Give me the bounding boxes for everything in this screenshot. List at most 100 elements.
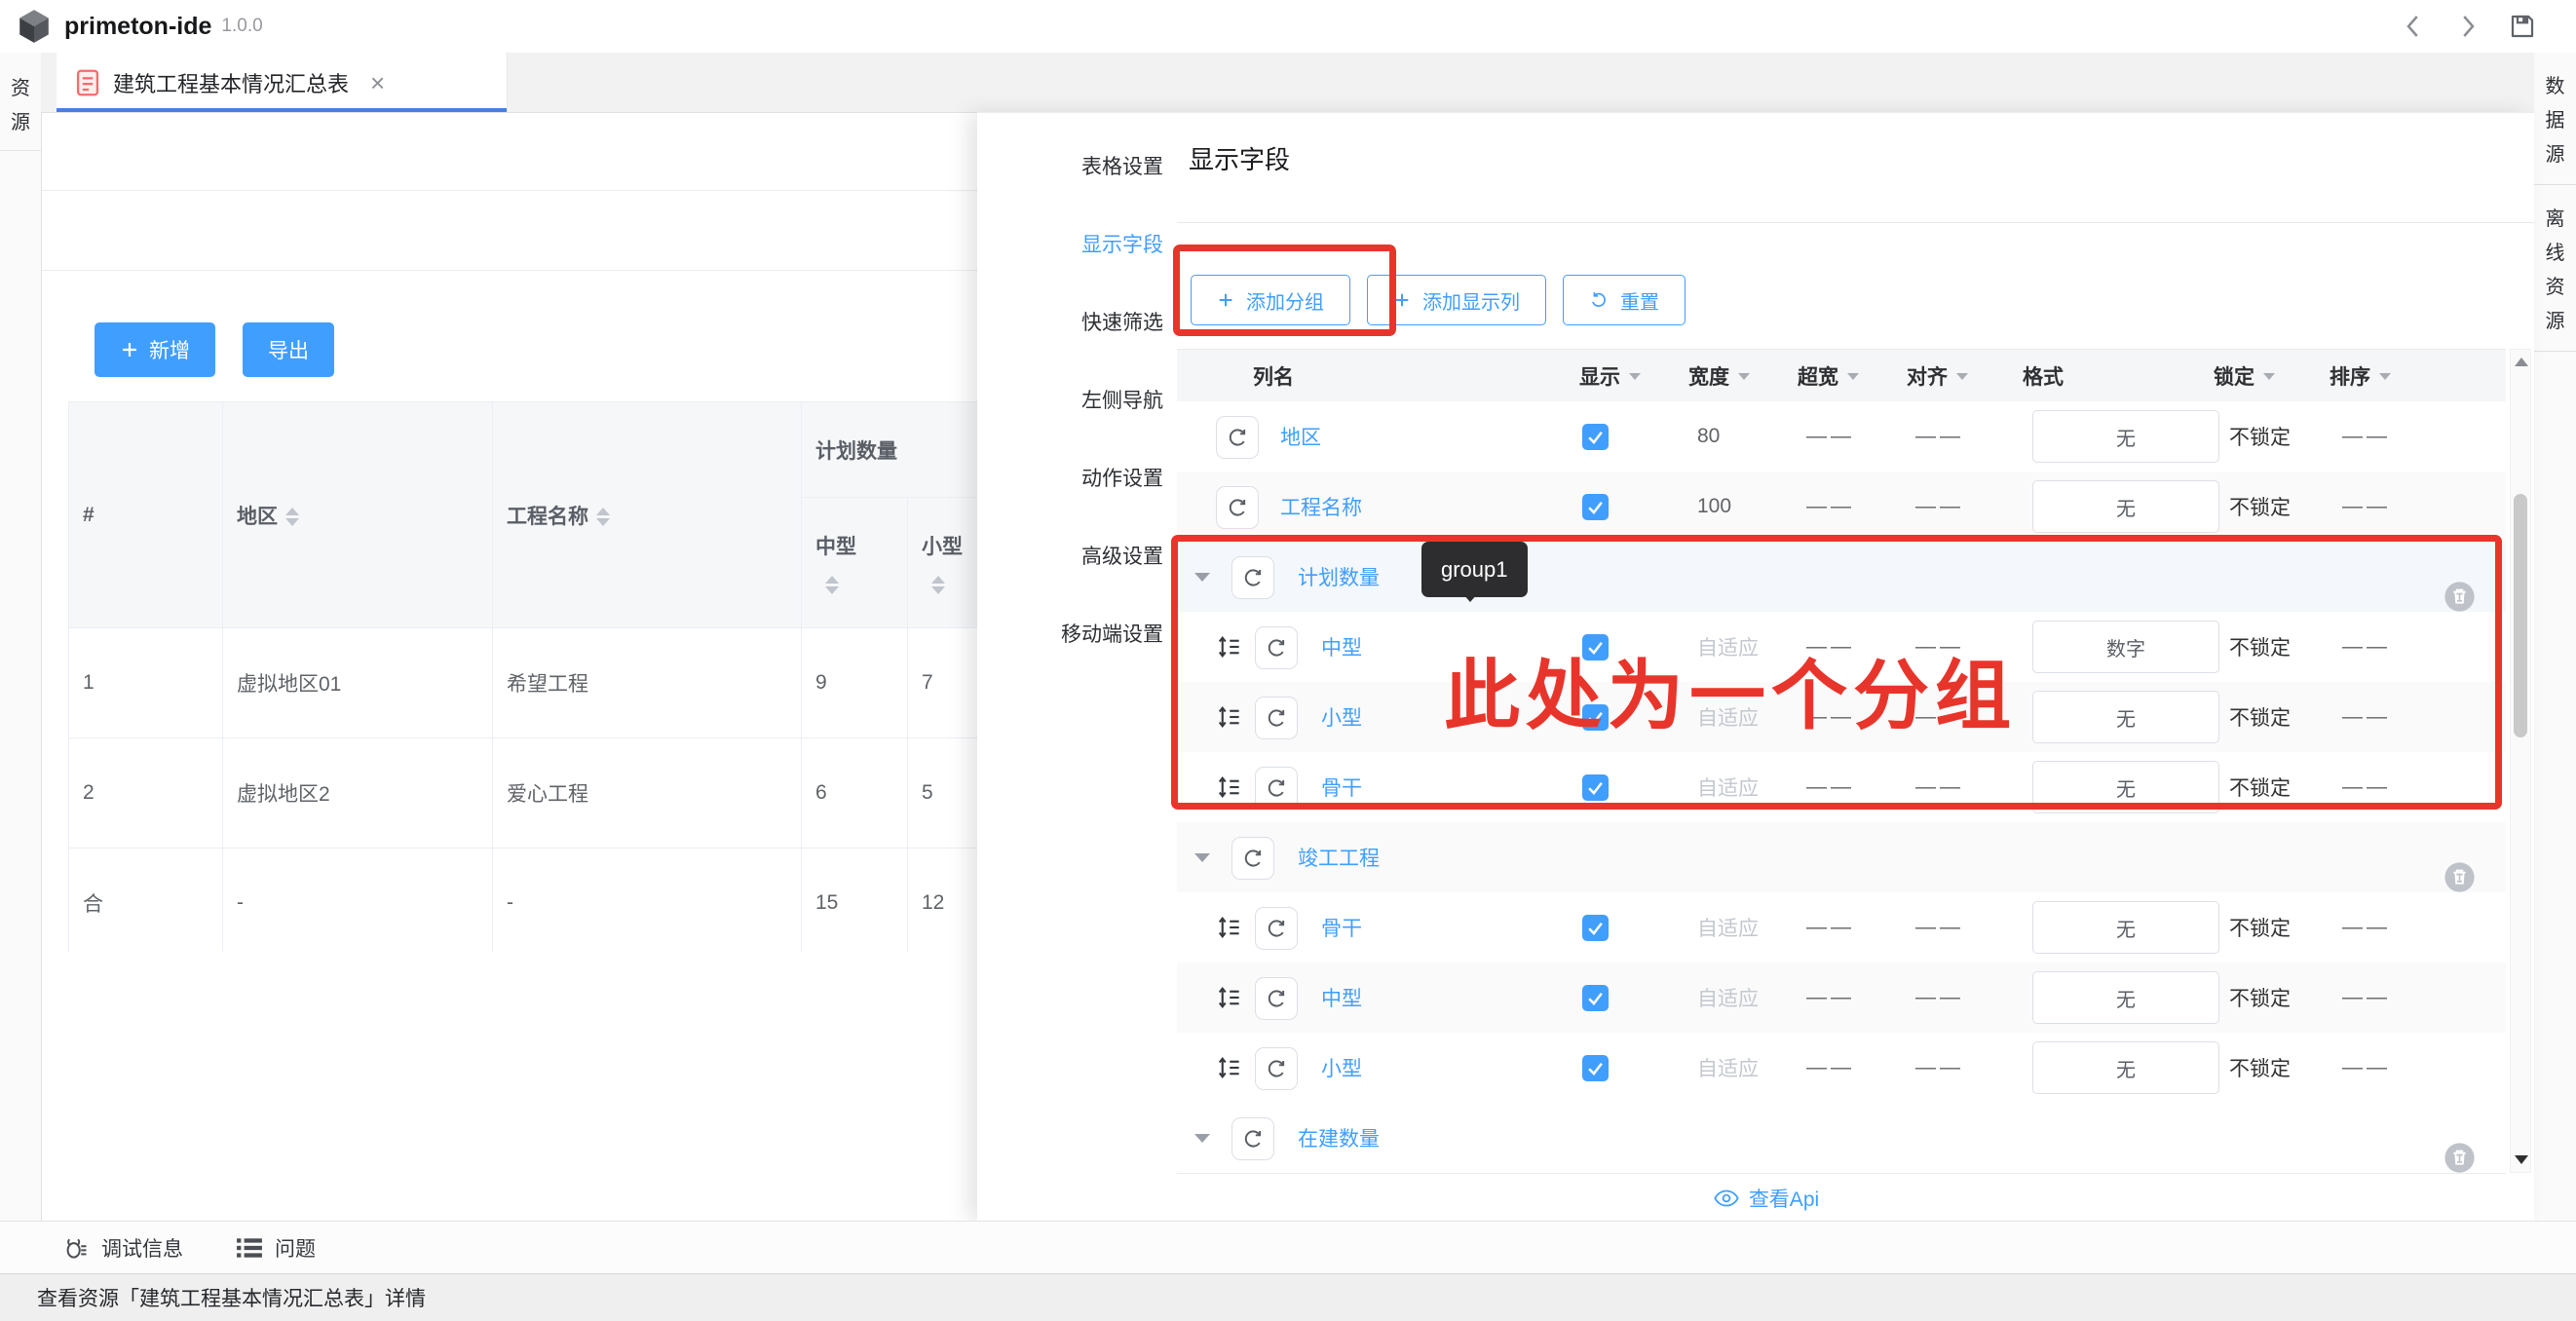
format-select[interactable]: 无: [2032, 761, 2219, 813]
fields-col-header[interactable]: 超宽: [1798, 350, 1859, 402]
tab-active[interactable]: 建筑工程基本情况汇总表 ×: [57, 53, 508, 112]
fields-col-header[interactable]: 排序: [2330, 350, 2391, 402]
fields-col-header[interactable]: 宽度: [1688, 350, 1750, 402]
settings-menu-item[interactable]: 动作设置: [977, 438, 1177, 516]
sync-field-button[interactable]: [1216, 416, 1259, 459]
lock-value[interactable]: 不锁定: [2229, 472, 2291, 542]
sync-field-button[interactable]: [1216, 486, 1259, 529]
align-value[interactable]: ——: [1915, 612, 1964, 682]
visible-checkbox[interactable]: [1582, 1055, 1609, 1081]
col-header-medium[interactable]: 中型: [802, 498, 908, 628]
lock-value[interactable]: 不锁定: [2229, 752, 2291, 822]
filter-caret-icon[interactable]: [2263, 373, 2275, 380]
sort-value[interactable]: ——: [2342, 1033, 2391, 1103]
lock-value[interactable]: 不锁定: [2229, 892, 2291, 962]
nav-forward-icon[interactable]: [2453, 12, 2482, 41]
fields-col-header[interactable]: 锁定: [2214, 350, 2275, 402]
field-name-link[interactable]: 地区: [1280, 401, 1321, 472]
filter-caret-icon[interactable]: [1738, 373, 1750, 380]
scroll-up-icon[interactable]: [2515, 358, 2528, 366]
add-record-button[interactable]: 新增: [95, 322, 215, 377]
width-value[interactable]: 自适应: [1697, 1033, 1759, 1103]
lock-value[interactable]: 不锁定: [2229, 401, 2291, 472]
visible-checkbox[interactable]: [1582, 704, 1609, 731]
width-value[interactable]: 自适应: [1697, 962, 1759, 1033]
drag-handle-icon[interactable]: [1214, 752, 1243, 822]
sort-value[interactable]: ——: [2342, 752, 2391, 822]
align-value[interactable]: ——: [1915, 682, 1964, 752]
field-name-link[interactable]: 中型: [1321, 612, 1362, 682]
filter-caret-icon[interactable]: [2379, 373, 2391, 380]
format-select[interactable]: 无: [2032, 971, 2219, 1024]
sync-field-button[interactable]: [1255, 1047, 1298, 1090]
field-name-link[interactable]: 小型: [1321, 1033, 1362, 1103]
drag-handle-icon[interactable]: [1214, 612, 1243, 682]
delete-group-button[interactable]: [2443, 1122, 2476, 1192]
sort-value[interactable]: ——: [2342, 962, 2391, 1033]
filter-caret-icon[interactable]: [1956, 373, 1968, 380]
sync-field-button[interactable]: [1231, 556, 1274, 599]
format-select[interactable]: 无: [2032, 480, 2219, 533]
tab-close-icon[interactable]: ×: [370, 70, 385, 95]
add-display-column-button[interactable]: 添加显示列: [1367, 275, 1546, 325]
overwide-value[interactable]: ——: [1806, 962, 1855, 1033]
debug-info-button[interactable]: 调试信息: [62, 1233, 183, 1263]
sort-value[interactable]: ——: [2342, 892, 2391, 962]
format-select[interactable]: 无: [2032, 1041, 2219, 1094]
sync-field-button[interactable]: [1255, 626, 1298, 669]
sort-value[interactable]: ——: [2342, 612, 2391, 682]
field-name-link[interactable]: 在建数量: [1298, 1103, 1380, 1173]
save-icon[interactable]: [2508, 12, 2537, 41]
scrollbar[interactable]: [2510, 349, 2531, 1173]
align-value[interactable]: ——: [1915, 752, 1964, 822]
col-header-region[interactable]: 地区: [223, 402, 493, 628]
settings-menu-item[interactable]: 左侧导航: [977, 360, 1177, 438]
drag-handle-icon[interactable]: [1214, 962, 1243, 1033]
scrollbar-thumb[interactable]: [2514, 494, 2527, 737]
align-value[interactable]: ——: [1915, 472, 1964, 542]
sync-field-button[interactable]: [1255, 767, 1298, 810]
add-group-button[interactable]: 添加分组: [1191, 275, 1350, 325]
sync-field-button[interactable]: [1231, 837, 1274, 880]
right-rail-item-1[interactable]: 离线资源: [2534, 185, 2576, 352]
field-name-link[interactable]: 计划数量: [1298, 542, 1380, 612]
collapse-caret-icon[interactable]: [1194, 542, 1210, 612]
align-value[interactable]: ——: [1915, 892, 1964, 962]
collapse-caret-icon[interactable]: [1194, 1103, 1210, 1173]
drag-handle-icon[interactable]: [1214, 892, 1243, 962]
filter-caret-icon[interactable]: [1847, 373, 1859, 380]
reset-button[interactable]: 重置: [1563, 275, 1686, 325]
align-value[interactable]: ——: [1915, 401, 1964, 472]
sync-field-button[interactable]: [1255, 697, 1298, 739]
field-name-link[interactable]: 中型: [1321, 962, 1362, 1033]
overwide-value[interactable]: ——: [1806, 472, 1855, 542]
right-rail-item-0[interactable]: 数据源: [2534, 53, 2576, 185]
sort-value[interactable]: ——: [2342, 401, 2391, 472]
settings-menu-item[interactable]: 表格设置: [977, 127, 1177, 205]
field-name-link[interactable]: 骨干: [1321, 892, 1362, 962]
format-select[interactable]: 数字: [2032, 621, 2219, 673]
visible-checkbox[interactable]: [1582, 424, 1609, 450]
drag-handle-icon[interactable]: [1214, 682, 1243, 752]
overwide-value[interactable]: ——: [1806, 401, 1855, 472]
field-name-link[interactable]: 竣工工程: [1298, 822, 1380, 892]
width-value[interactable]: 自适应: [1697, 612, 1759, 682]
col-header-small[interactable]: 小型: [908, 498, 978, 628]
width-value[interactable]: 自适应: [1697, 682, 1759, 752]
align-value[interactable]: ——: [1915, 1033, 1964, 1103]
overwide-value[interactable]: ——: [1806, 892, 1855, 962]
width-value[interactable]: 自适应: [1697, 892, 1759, 962]
field-name-link[interactable]: 工程名称: [1280, 472, 1362, 542]
overwide-value[interactable]: ——: [1806, 682, 1855, 752]
problems-button[interactable]: 问题: [236, 1233, 316, 1263]
lock-value[interactable]: 不锁定: [2229, 1033, 2291, 1103]
settings-menu-item[interactable]: 移动端设置: [977, 594, 1177, 672]
align-value[interactable]: ——: [1915, 962, 1964, 1033]
sort-carets-icon[interactable]: [931, 576, 945, 594]
field-name-link[interactable]: 小型: [1321, 682, 1362, 752]
overwide-value[interactable]: ——: [1806, 612, 1855, 682]
left-rail-item-resources[interactable]: 资源: [0, 53, 41, 151]
settings-menu-item[interactable]: 高级设置: [977, 516, 1177, 594]
lock-value[interactable]: 不锁定: [2229, 612, 2291, 682]
format-select[interactable]: 无: [2032, 410, 2219, 463]
